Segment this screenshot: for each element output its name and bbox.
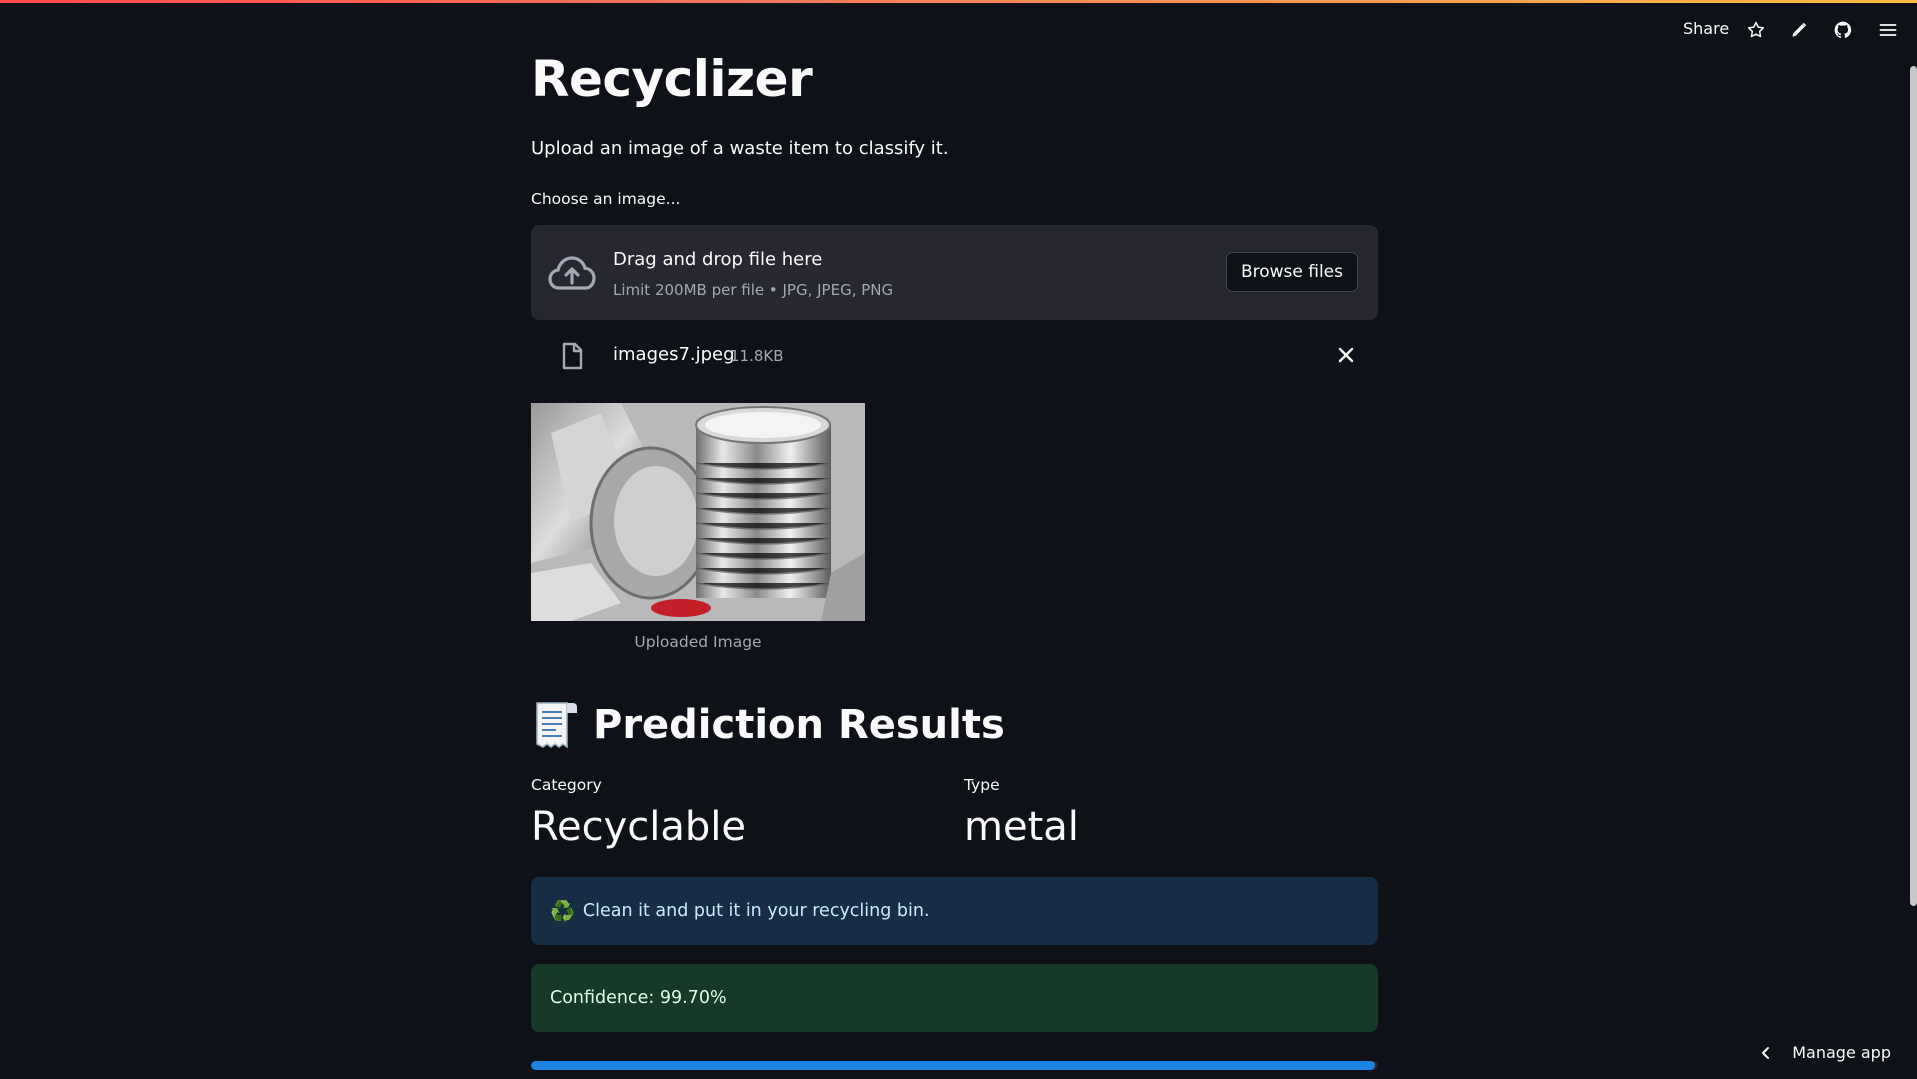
image-caption: Uploaded Image — [634, 633, 762, 651]
file-dropzone[interactable]: Drag and drop file here Limit 200MB per … — [531, 225, 1378, 320]
receipt-icon — [536, 702, 577, 749]
results-heading: Prediction Results — [531, 697, 1005, 753]
uploaded-image — [531, 403, 865, 621]
category-metric: Category Recyclable — [531, 776, 746, 850]
star-icon[interactable] — [1744, 18, 1768, 42]
manage-app-button[interactable]: Manage app — [1758, 1043, 1891, 1062]
confidence-progress-fill — [531, 1061, 1376, 1070]
top-decoration-bar — [0, 0, 1917, 3]
pencil-icon[interactable] — [1787, 18, 1811, 42]
browse-files-button[interactable]: Browse files — [1225, 252, 1358, 292]
uploader-label: Choose an image... — [531, 190, 681, 208]
type-value: metal — [964, 804, 1079, 850]
recycling-info-message: Clean it and put it in your recycling bi… — [582, 901, 930, 921]
github-icon[interactable] — [1831, 18, 1855, 42]
category-value: Recyclable — [531, 804, 746, 850]
page-subtitle: Upload an image of a waste item to class… — [531, 138, 949, 159]
dropzone-instructions: Drag and drop file here — [613, 249, 823, 270]
chevron-left-icon — [1762, 1046, 1770, 1059]
dropzone-limit-text: Limit 200MB per file • JPG, JPEG, PNG — [613, 281, 894, 299]
results-title: Prediction Results — [593, 702, 1005, 748]
star-icon[interactable] — [1427, 18, 1451, 42]
manage-app-label: Manage app — [1792, 1043, 1891, 1062]
file-icon — [562, 342, 583, 370]
menu-icon[interactable] — [1876, 18, 1900, 42]
recycling-info-alert: ♻️ Clean it and put it in your recycling… — [531, 877, 1378, 945]
page-scrollbar[interactable] — [1910, 66, 1917, 906]
confidence-text: Confidence: 99.70% — [550, 988, 727, 1008]
close-icon[interactable] — [1334, 343, 1358, 367]
cloud-upload-icon — [548, 256, 596, 290]
share-button[interactable]: Share — [1683, 19, 1729, 38]
confidence-progress-bar — [531, 1061, 1378, 1070]
category-label: Category — [531, 776, 602, 794]
page-title: Recyclizer — [531, 50, 813, 108]
metal-cans-image — [531, 403, 865, 621]
uploaded-file-row: images7.jpeg 11.8KB — [531, 335, 1378, 375]
uploaded-file-size: 11.8KB — [730, 347, 784, 365]
uploaded-file-name: images7.jpeg — [613, 344, 735, 365]
confidence-alert: Confidence: 99.70% — [531, 964, 1378, 1032]
type-metric: Type metal — [964, 776, 1079, 850]
type-label: Type — [964, 776, 1000, 794]
recycle-icon: ♻️ — [550, 899, 575, 923]
